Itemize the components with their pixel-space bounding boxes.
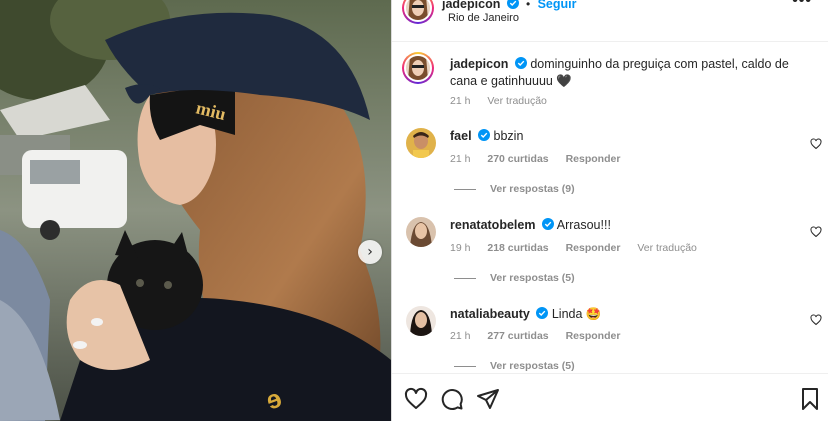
- caption-text-block: jadepicon dominguinho da preguiça com pa…: [450, 56, 790, 90]
- verified-badge-icon: [506, 0, 519, 9]
- comment-translate-button[interactable]: Ver tradução: [637, 242, 697, 254]
- comment-time[interactable]: 19 h: [450, 242, 470, 254]
- caption-avatar[interactable]: [402, 52, 434, 84]
- view-replies-label: Ver respostas (5): [490, 360, 575, 372]
- caption-translate-button[interactable]: Ver tradução: [487, 95, 547, 107]
- replies-line: [454, 188, 476, 190]
- comment-avatar[interactable]: [406, 306, 436, 336]
- view-replies-button[interactable]: Ver respostas (9): [454, 183, 575, 195]
- comment-avatar[interactable]: [406, 128, 436, 158]
- comment-text-block: renatatobelem Arrasou!!!: [450, 217, 790, 234]
- post-header: jadepicon • Seguir Rio de Janeiro •••: [392, 0, 828, 34]
- comment-username[interactable]: fael: [450, 129, 472, 143]
- view-replies-button[interactable]: Ver respostas (5): [454, 360, 575, 372]
- carousel-next-button[interactable]: ›: [358, 240, 382, 264]
- comment-reply-button[interactable]: Responder: [566, 153, 621, 165]
- chevron-right-icon: ›: [367, 244, 373, 260]
- replies-line: [454, 365, 476, 367]
- verified-badge-icon: [541, 218, 554, 230]
- comment-text: Arrasou!!!: [556, 218, 611, 232]
- comment-username[interactable]: renatatobelem: [450, 218, 535, 232]
- comment-item: nataliabeauty Linda 🤩 21 h 277 curtidas …: [392, 300, 828, 373]
- verified-badge-icon: [536, 307, 549, 319]
- verified-badge-icon: [478, 129, 491, 141]
- comment-item: renatatobelem Arrasou!!! 19 h 218 curtid…: [392, 211, 828, 299]
- post-location[interactable]: Rio de Janeiro: [448, 12, 519, 24]
- comment-time[interactable]: 21 h: [450, 330, 470, 342]
- comment-meta: 21 h 270 curtidas Responder: [450, 153, 634, 165]
- caption-username[interactable]: jadepicon: [450, 57, 508, 71]
- comment-meta: 19 h 218 curtidas Responder Ver tradução: [450, 242, 711, 254]
- comment-time[interactable]: 21 h: [450, 153, 470, 165]
- comment-item: fael bbzin 21 h 270 curtidas Responder V…: [392, 122, 828, 210]
- comment-username[interactable]: nataliabeauty: [450, 307, 530, 321]
- comment-meta: 21 h 277 curtidas Responder: [450, 330, 634, 342]
- photo-illustration: miu ɘ: [0, 0, 391, 421]
- comment-likes[interactable]: 277 curtidas: [487, 330, 548, 342]
- comment-text: Linda 🤩: [551, 307, 602, 321]
- bookmark-icon[interactable]: [798, 387, 822, 411]
- comment-text: bbzin: [493, 129, 524, 143]
- separator-dot: •: [526, 0, 531, 11]
- author-username[interactable]: jadepicon: [442, 0, 500, 11]
- comment-likes[interactable]: 218 curtidas: [487, 242, 548, 254]
- comment-like-heart-icon[interactable]: [810, 138, 822, 150]
- replies-line: [454, 277, 476, 279]
- comment-likes[interactable]: 270 curtidas: [487, 153, 548, 165]
- post-actions-bar: [392, 373, 828, 421]
- comment-avatar[interactable]: [406, 217, 436, 247]
- comment-like-heart-icon[interactable]: [810, 226, 822, 238]
- header-divider: [392, 41, 828, 42]
- comment-text-block: nataliabeauty Linda 🤩: [450, 306, 790, 323]
- view-replies-button[interactable]: Ver respostas (5): [454, 272, 575, 284]
- comment-text-block: fael bbzin: [450, 128, 790, 145]
- post-photo: miu ɘ ›: [0, 0, 391, 421]
- more-options-icon[interactable]: •••: [792, 0, 812, 10]
- post-sidebar: jadepicon • Seguir Rio de Janeiro ••• ja…: [392, 0, 828, 421]
- comment-like-heart-icon[interactable]: [810, 314, 822, 326]
- caption-time[interactable]: 21 h: [450, 95, 470, 107]
- follow-button[interactable]: Seguir: [538, 0, 577, 11]
- comment-reply-button[interactable]: Responder: [566, 330, 621, 342]
- view-replies-label: Ver respostas (9): [490, 183, 575, 195]
- verified-badge-icon: [514, 57, 527, 69]
- share-icon[interactable]: [476, 387, 500, 411]
- post-caption: jadepicon dominguinho da preguiça com pa…: [392, 50, 828, 120]
- comment-icon[interactable]: [440, 387, 464, 411]
- author-avatar[interactable]: [402, 0, 434, 24]
- comment-reply-button[interactable]: Responder: [566, 242, 621, 254]
- view-replies-label: Ver respostas (5): [490, 272, 575, 284]
- heart-icon[interactable]: [404, 387, 428, 411]
- caption-meta: 21 h Ver tradução: [450, 95, 561, 107]
